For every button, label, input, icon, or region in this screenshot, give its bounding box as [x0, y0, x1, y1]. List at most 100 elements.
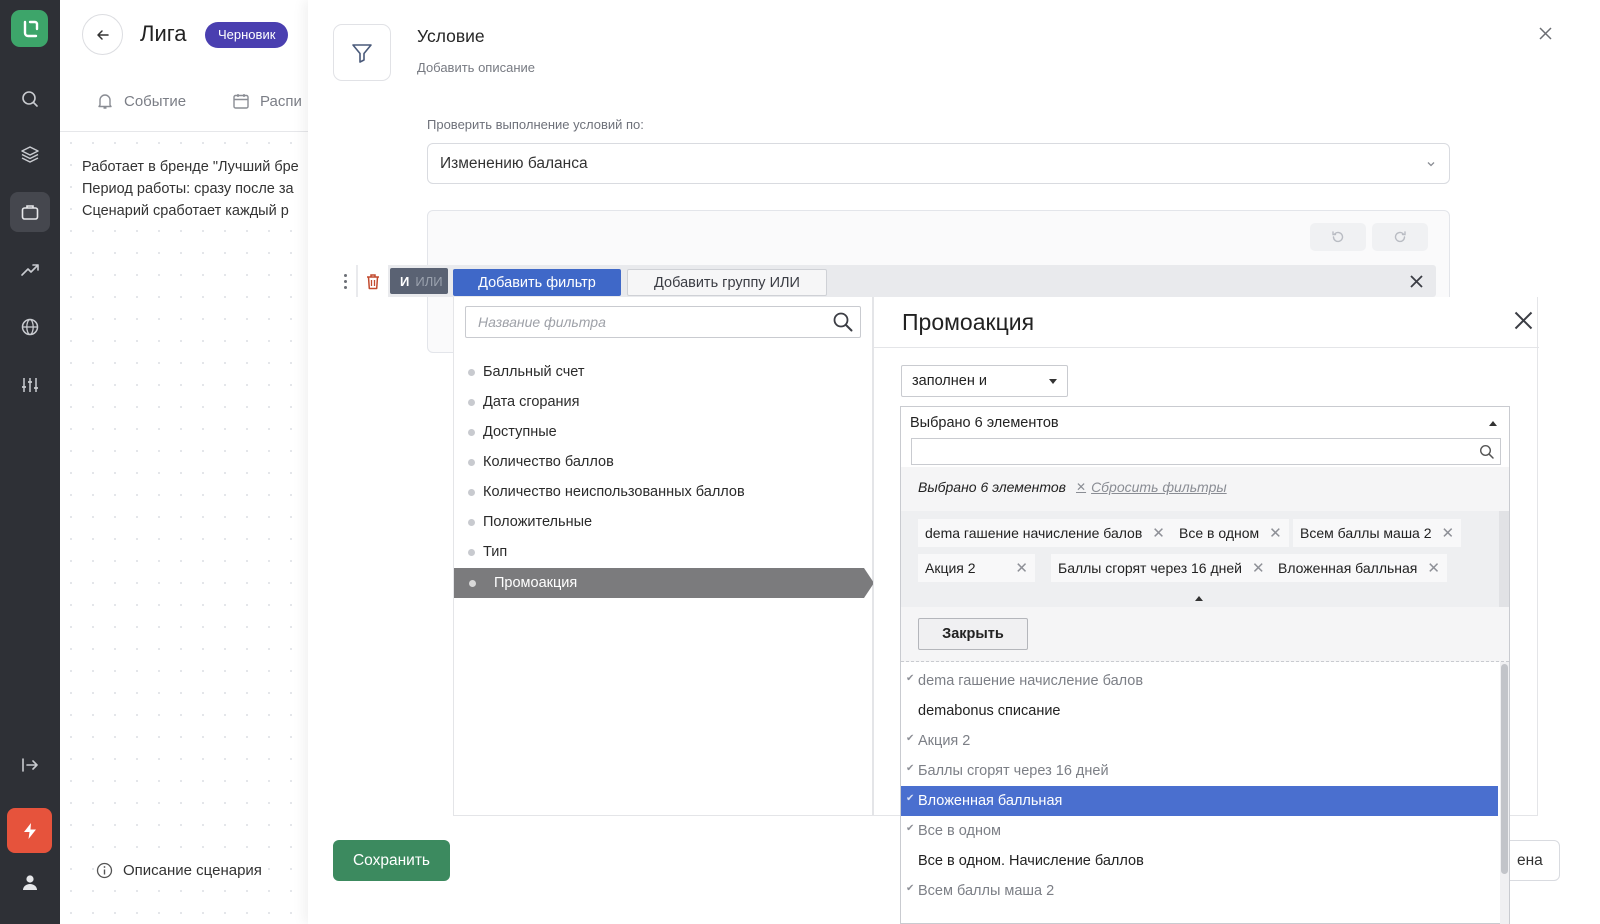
check-by-label: Проверить выполнение условий по:	[427, 117, 644, 132]
close-icon[interactable]	[1534, 22, 1556, 44]
user-icon[interactable]	[10, 862, 50, 902]
filter-item[interactable]: Доступные	[454, 417, 874, 447]
trash-icon[interactable]	[358, 265, 388, 297]
logo-icon[interactable]	[11, 10, 48, 47]
multiselect-search-input[interactable]	[911, 438, 1501, 465]
filter-item-label: Положительные	[483, 514, 593, 530]
tab-event[interactable]: Событие	[96, 92, 186, 110]
bullet-icon	[468, 428, 475, 436]
option-label: Все в одном. Начисление баллов	[918, 853, 1144, 869]
divider	[901, 661, 1509, 662]
chevron-down-icon	[1427, 161, 1435, 166]
remove-tag-icon[interactable]: ✕	[1152, 524, 1165, 542]
logout-icon[interactable]	[10, 745, 50, 785]
add-or-group-button[interactable]: Добавить группу ИЛИ	[627, 269, 827, 296]
search-icon[interactable]	[10, 79, 50, 119]
filter-item[interactable]: Количество неиспользованных баллов	[454, 477, 874, 507]
filter-item[interactable]: Балльный счет	[454, 357, 874, 387]
close-icon[interactable]	[1406, 271, 1426, 291]
undo-icon	[1332, 231, 1344, 243]
option-item[interactable]: ✔ dema гашение начисление балов	[901, 666, 1498, 696]
redo-button[interactable]	[1372, 223, 1428, 251]
option-item-highlighted[interactable]: ✔ Вложенная балльная	[901, 786, 1498, 816]
check-icon: ✔	[906, 823, 915, 834]
remove-tag-icon[interactable]: ✕	[1252, 559, 1265, 577]
trending-icon[interactable]	[10, 250, 50, 290]
or-label[interactable]: ИЛИ	[415, 274, 442, 289]
filter-item-selected[interactable]: Промоакция	[454, 568, 874, 598]
undo-button[interactable]	[1310, 223, 1366, 251]
tag-label: Акция 2	[925, 560, 976, 576]
bullet-icon	[468, 548, 475, 556]
layers-icon[interactable]	[10, 134, 50, 174]
selected-tags: dema гашение начисление балов ✕ Все в одн…	[901, 511, 1499, 607]
sliders-icon[interactable]	[10, 365, 50, 405]
search-icon[interactable]	[832, 311, 854, 333]
bullet-icon	[468, 458, 475, 466]
drag-handle-icon[interactable]	[334, 265, 356, 297]
bullet-icon	[469, 579, 476, 587]
add-description-link[interactable]: Добавить описание	[417, 60, 535, 75]
selected-area: Выбрано 6 элементов ✕ Сбросить фильтры d…	[901, 467, 1509, 662]
option-item[interactable]: ✔ Акция 2	[901, 726, 1498, 756]
cancel-button[interactable]: ена	[1504, 840, 1560, 881]
operator-select[interactable]: заполнен и	[901, 365, 1068, 397]
tag-label: dema гашение начисление балов	[925, 525, 1143, 541]
options-scrollbar[interactable]	[1500, 662, 1509, 924]
option-item[interactable]: demabonus списание	[901, 696, 1498, 726]
bell-icon	[98, 94, 112, 109]
filter-search-input[interactable]	[466, 307, 816, 337]
scenario-summary: Работает в бренде "Лучший бре Период раб…	[82, 156, 310, 222]
reset-filters-label: Сбросить фильтры	[1091, 479, 1227, 495]
caret-down-icon	[1049, 378, 1057, 384]
sidebar-rail	[0, 0, 60, 924]
globe-icon[interactable]	[10, 307, 50, 347]
status-badge: Черновик	[205, 22, 289, 48]
filter-item[interactable]: Тип	[454, 537, 874, 567]
filter-toolbar: И ИЛИ Добавить фильтр Добавить группу ИЛ…	[334, 265, 1436, 297]
remove-tag-icon[interactable]: ✕	[1442, 524, 1455, 542]
summary-line: Период работы: сразу после за	[82, 181, 294, 197]
option-item[interactable]: Все в одном. Начисление баллов	[901, 846, 1498, 876]
bullet-icon	[468, 368, 475, 376]
option-label: Вложенная балльная	[918, 793, 1063, 809]
and-or-toggle[interactable]: И ИЛИ	[390, 268, 448, 294]
caret-up-icon	[1489, 420, 1497, 426]
filter-item[interactable]: Дата сгорания	[454, 387, 874, 417]
option-item[interactable]: ✔ Все в одном	[901, 816, 1498, 846]
back-button[interactable]	[82, 14, 123, 55]
add-filter-button[interactable]: Добавить фильтр	[453, 269, 621, 296]
scrollbar-thumb[interactable]	[1501, 664, 1508, 874]
check-by-value: Изменению баланса	[440, 154, 588, 172]
bolt-icon[interactable]	[7, 808, 52, 853]
calendar-icon	[233, 94, 249, 109]
and-label[interactable]: И	[400, 274, 409, 289]
selected-count: Выбрано 6 элементов	[918, 479, 1066, 495]
close-button[interactable]: Закрыть	[918, 618, 1028, 650]
scenario-description-label: Описание сценария	[123, 862, 262, 879]
remove-tag-icon[interactable]: ✕	[1427, 559, 1440, 577]
modal-title[interactable]: Условие	[417, 26, 485, 47]
option-item[interactable]: ✔ Баллы сгорят через 16 дней	[901, 756, 1498, 786]
save-button[interactable]: Сохранить	[333, 840, 450, 881]
option-item[interactable]: ✔ Всем баллы маша 2	[901, 876, 1498, 906]
filter-item-label: Промоакция	[494, 575, 578, 591]
filter-list-panel: Балльный счет Дата сгорания Доступные Ко…	[453, 297, 874, 816]
tags-scrollbar[interactable]	[1499, 511, 1509, 607]
filter-item[interactable]: Количество баллов	[454, 447, 874, 477]
remove-tag-icon[interactable]: ✕	[1015, 559, 1028, 577]
tab-schedule[interactable]: Распи	[232, 92, 302, 110]
multiselect-header[interactable]: Выбрано 6 элементов	[901, 407, 1509, 439]
scenario-description-link[interactable]: Описание сценария	[96, 862, 262, 879]
operator-value: заполнен и	[912, 373, 987, 389]
page-header: Лига Черновик Событие Распи	[60, 0, 310, 132]
divider	[874, 347, 1539, 348]
check-by-select[interactable]: Изменению баланса	[427, 143, 1450, 184]
remove-tag-icon[interactable]: ✕	[1269, 524, 1282, 542]
filter-item[interactable]: Положительные	[454, 507, 874, 537]
tag: Всем баллы маша 2 ✕	[1293, 519, 1462, 547]
reset-filters-link[interactable]: ✕ Сбросить фильтры	[1076, 479, 1227, 495]
collapse-icon[interactable]	[1195, 596, 1203, 601]
briefcase-icon[interactable]	[10, 192, 50, 232]
close-icon[interactable]	[1510, 307, 1536, 333]
